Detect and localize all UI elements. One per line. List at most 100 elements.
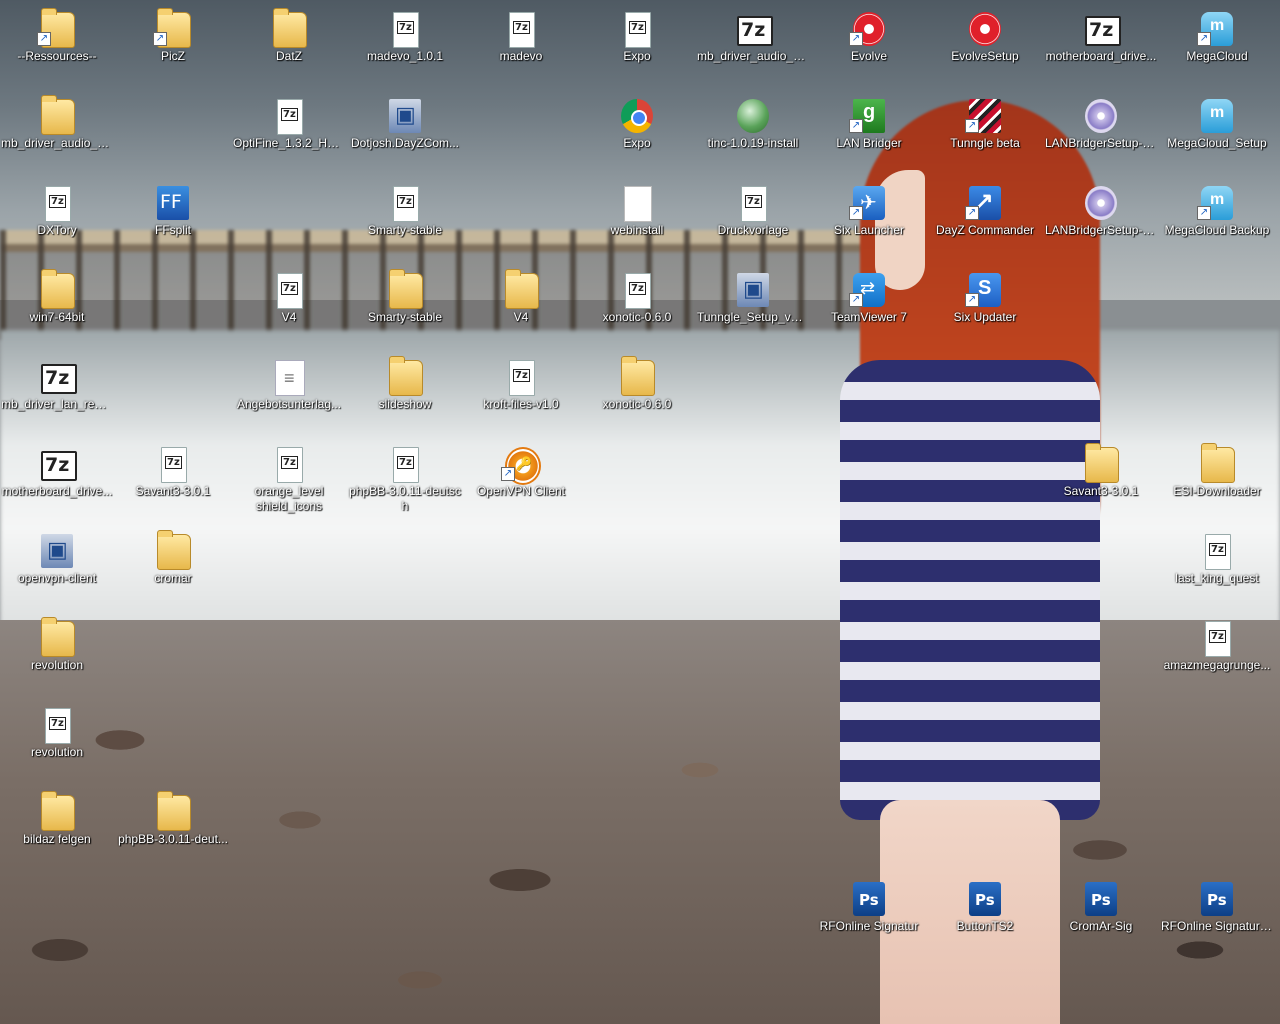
desktop-icon[interactable]: Expo — [581, 93, 693, 173]
desktop-icon[interactable]: ↗ DayZ Commander — [929, 180, 1041, 260]
desktop-icon-label: RFOnline Signatur — [819, 919, 919, 933]
desktop-icon[interactable]: V4 — [233, 267, 345, 347]
desktop-icon[interactable]: EvolveSetup — [929, 6, 1041, 86]
desktop-icon[interactable]: ↗ Evolve — [813, 6, 925, 86]
desktop-icon[interactable]: slideshow — [349, 354, 461, 434]
desktop-icon[interactable]: orange_level shield_icons — [233, 441, 345, 521]
desktop-icon[interactable]: ↗ OpenVPN Client — [465, 441, 577, 521]
desktop-icon-label: madevo_1.0.1 — [366, 49, 444, 63]
sevenzip-icon — [737, 16, 773, 46]
desktop-icon-label: orange_level shield_icons — [254, 484, 324, 513]
disc-setup-icon — [1085, 186, 1117, 220]
desktop-icon[interactable]: RFOnline Signaturug — [1161, 876, 1273, 956]
desktop-icon[interactable]: RFOnline Signatur — [813, 876, 925, 956]
desktop-icon[interactable]: Angebotsunterlag... — [233, 354, 345, 434]
desktop-icon[interactable]: ESI-Downloader — [1161, 441, 1273, 521]
desktop-icon-label: V4 — [513, 310, 529, 324]
folder-icon — [389, 269, 423, 309]
desktop-icon[interactable]: xonotic-0.6.0 — [581, 354, 693, 434]
desktop-icon-label: revolution — [30, 658, 84, 672]
desktop-icon-label: Six Launcher — [833, 223, 905, 237]
desktop-icon-label: DatZ — [275, 49, 302, 63]
desktop-icon[interactable]: motherboard_drive... — [1, 441, 113, 521]
desktop-icon[interactable]: ↗ LAN Bridger — [813, 93, 925, 173]
archive-7z-icon — [277, 273, 303, 309]
desktop-icon[interactable]: ↗ TeamViewer 7 — [813, 267, 925, 347]
shortcut-arrow-icon: ↗ — [501, 467, 515, 481]
desktop-icon-label: tinc-1.0.19-install — [707, 136, 799, 150]
desktop-icon[interactable]: OptiFine_1.3.2_HD... — [233, 93, 345, 173]
desktop-icon[interactable]: ↗ PicZ — [117, 6, 229, 86]
desktop-icon[interactable]: madevo_1.0.1 — [349, 6, 461, 86]
desktop-icon[interactable]: xonotic-0.6.0 — [581, 267, 693, 347]
desktop-icon[interactable]: kroft-files-v1.0 — [465, 354, 577, 434]
folder-icon — [1085, 443, 1119, 483]
desktop-icon[interactable]: madevo — [465, 6, 577, 86]
desktop-icon[interactable]: Savant3-3.0.1 — [1045, 441, 1157, 521]
desktop-icon[interactable]: DatZ — [233, 6, 345, 86]
desktop-icon[interactable]: ↗ MegaCloud Backup — [1161, 180, 1273, 260]
shortcut-arrow-icon: ↗ — [849, 293, 863, 307]
archive-7z-icon — [45, 186, 71, 222]
file-icon — [624, 186, 652, 222]
desktop-icon[interactable]: revolution — [1, 702, 113, 782]
desktop-icon-label: DXTory — [37, 223, 77, 237]
desktop-icon[interactable]: ↗ Six Updater — [929, 267, 1041, 347]
shortcut-arrow-icon: ↗ — [849, 32, 863, 46]
desktop-icon[interactable]: bildaz felgen — [1, 789, 113, 869]
desktop-icon[interactable]: tinc-1.0.19-install — [697, 93, 809, 173]
ffsplit-icon — [157, 186, 189, 220]
desktop-icon[interactable]: Smarty-stable — [349, 180, 461, 260]
desktop-icon[interactable]: Druckvorlage — [697, 180, 809, 260]
desktop-icon[interactable]: openvpn-client — [1, 528, 113, 608]
desktop-icon[interactable]: webinstall — [581, 180, 693, 260]
desktop-icon[interactable]: ↗ Tunngle beta — [929, 93, 1041, 173]
desktop-icon-label: cromar — [154, 571, 192, 585]
desktop-icon-label: Dotjosh.DayZCom... — [350, 136, 460, 150]
desktop-icon[interactable]: Expo — [581, 6, 693, 86]
desktop-icon[interactable]: last_king_quest — [1161, 528, 1273, 608]
desktop-icon-label: mb_driver_audio_re... — [1, 136, 113, 150]
desktop-icon[interactable]: win7-64bit — [1, 267, 113, 347]
desktop-icon[interactable]: MegaCloud_Setup — [1161, 93, 1273, 173]
desktop-icon[interactable]: LANBridgerSetup-0... — [1045, 93, 1157, 173]
desktop-icon[interactable]: ↗ MegaCloud — [1161, 6, 1273, 86]
desktop-icon[interactable]: phpBB-3.0.11-deut... — [117, 789, 229, 869]
desktop-icon[interactable]: mb_driver_audio_re... — [697, 6, 809, 86]
desktop-icon[interactable]: Dotjosh.DayZCom... — [349, 93, 461, 173]
desktop-icon-label: madevo — [499, 49, 543, 63]
desktop-icon[interactable]: ButtonTS2 — [929, 876, 1041, 956]
desktop-icon[interactable]: LANBridgerSetup-0... — [1045, 180, 1157, 260]
desktop-icon[interactable]: Smarty-stable — [349, 267, 461, 347]
desktop-icon[interactable]: FFsplit — [117, 180, 229, 260]
document-icon — [275, 360, 305, 396]
desktop-icon[interactable]: CromAr-Sig — [1045, 876, 1157, 956]
desktop-icon[interactable]: motherboard_drive... — [1045, 6, 1157, 86]
desktop-icon-label: Expo — [623, 49, 651, 63]
folder-icon — [41, 95, 75, 135]
shortcut-arrow-icon: ↗ — [849, 206, 863, 220]
desktop-icon[interactable]: amazmegagrunge... — [1161, 615, 1273, 695]
desktop-icon[interactable]: V4 — [465, 267, 577, 347]
desktop-icon[interactable]: mb_driver_audio_re... — [1, 93, 113, 173]
desktop-icon[interactable]: Savant3-3.0.1 — [117, 441, 229, 521]
shortcut-arrow-icon: ↗ — [965, 206, 979, 220]
desktop-icon[interactable]: DXTory — [1, 180, 113, 260]
desktop-icon-label: ButtonTS2 — [956, 919, 1014, 933]
archive-7z-icon — [393, 447, 419, 483]
desktop-icon[interactable]: ↗ --Ressources-- — [1, 6, 113, 86]
desktop-icon[interactable]: phpBB-3.0.11-deutsch — [349, 441, 461, 521]
archive-7z-icon — [45, 708, 71, 744]
desktop-icon-label: kroft-files-v1.0 — [483, 397, 559, 411]
desktop-icon-label: EvolveSetup — [951, 49, 1019, 63]
sevenzip-icon — [41, 364, 77, 394]
archive-7z-icon — [161, 447, 187, 483]
shortcut-arrow-icon: ↗ — [153, 32, 167, 46]
desktop-icon[interactable]: ↗ Six Launcher — [813, 180, 925, 260]
desktop-icon[interactable]: Tunngle_Setup_v4.... — [697, 267, 809, 347]
shortcut-arrow-icon: ↗ — [37, 32, 51, 46]
desktop-icon[interactable]: mb_driver_lan_real... — [1, 354, 113, 434]
desktop-icon-label: revolution — [30, 745, 84, 759]
desktop-icon[interactable]: revolution — [1, 615, 113, 695]
desktop-icon[interactable]: cromar — [117, 528, 229, 608]
